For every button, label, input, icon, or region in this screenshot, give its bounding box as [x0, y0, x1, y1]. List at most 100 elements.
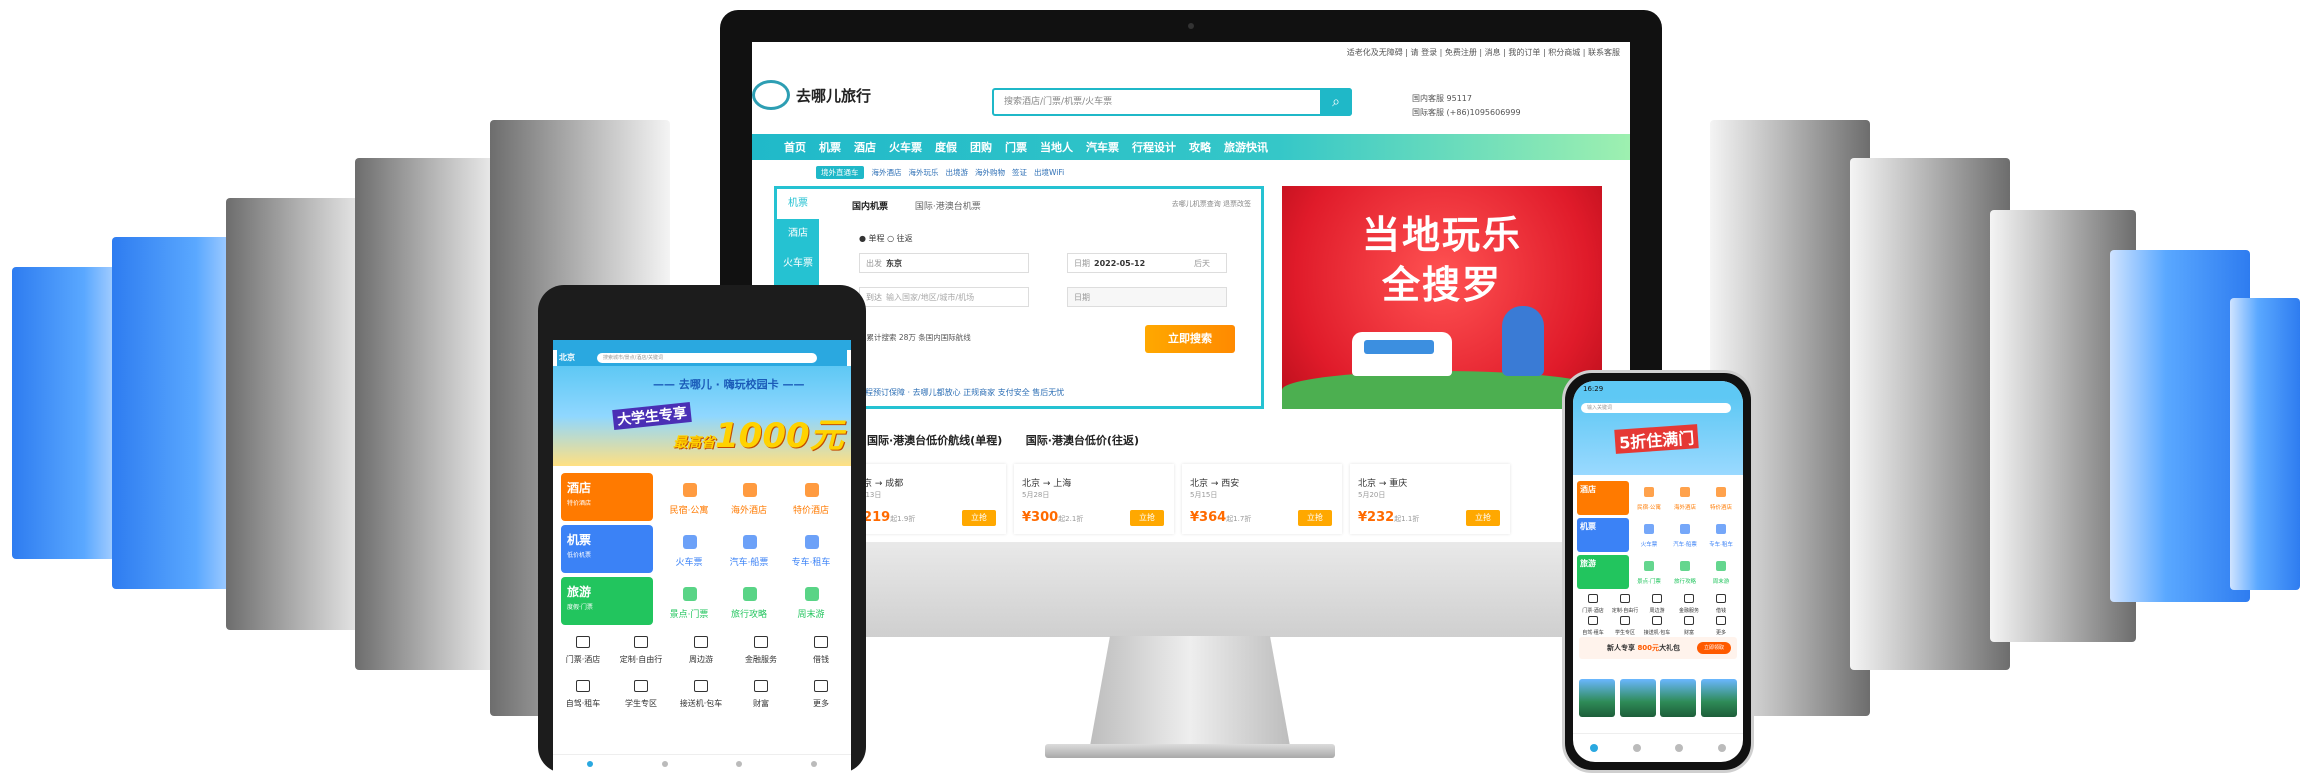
discover-tab-icon[interactable]: [1675, 744, 1684, 752]
routes-tab-oneway[interactable]: 国际·港澳台低价航线(单程): [867, 434, 1002, 447]
return-date-field[interactable]: 日期: [1067, 287, 1227, 307]
home-tab-icon[interactable]: [1590, 744, 1599, 752]
profile-tab-icon[interactable]: [1717, 744, 1726, 752]
category-flight[interactable]: 机票 低价机票: [561, 525, 653, 573]
site-logo[interactable]: 去哪儿旅行: [752, 78, 871, 112]
nav-item[interactable]: 团购: [970, 139, 992, 155]
tablet-small-item[interactable]: 借钱: [791, 632, 851, 668]
phone-category-flight[interactable]: 机票: [1577, 518, 1629, 552]
nav-item[interactable]: 汽车票: [1086, 139, 1119, 155]
phone-category-hotel[interactable]: 酒店: [1577, 481, 1629, 515]
phone-item[interactable]: 汽车·船票: [1667, 518, 1703, 552]
subnav-item[interactable]: 签证: [1012, 167, 1027, 178]
booking-links[interactable]: 去哪儿机票查询 退票改签: [1172, 199, 1251, 209]
route-card[interactable]: 北京 → 上海 5月28日 ¥300起2.1折 立抢: [1014, 464, 1174, 534]
nav-item[interactable]: 行程设计: [1132, 139, 1176, 155]
phone-small-item[interactable]: 接送机·包车: [1641, 613, 1673, 639]
photo-card[interactable]: [1579, 679, 1615, 717]
category-hotel[interactable]: 酒店 特价酒店: [561, 473, 653, 521]
nav-item[interactable]: 旅游快讯: [1224, 139, 1268, 155]
route-card[interactable]: 北京 → 西安 5月15日 ¥364起1.7折 立抢: [1182, 464, 1342, 534]
search-flights-button[interactable]: 立即搜索: [1145, 325, 1235, 353]
phone-banner[interactable]: 输入关键词 5折住满门: [1573, 397, 1743, 475]
subnav-tag[interactable]: 境外直通车: [816, 166, 864, 179]
tablet-item[interactable]: 特价酒店: [781, 473, 841, 521]
tablet-item[interactable]: 海外酒店: [719, 473, 779, 521]
promo-banner[interactable]: 当地玩乐 全搜罗: [1282, 186, 1602, 409]
phone-small-item[interactable]: 财富: [1673, 613, 1705, 639]
to-field[interactable]: 到达 输入国家/地区/城市/机场: [859, 287, 1029, 307]
tablet-small-item[interactable]: 更多: [791, 676, 851, 712]
main-search-input[interactable]: 搜索酒店/门票/机票/火车票: [992, 88, 1352, 116]
discover-tab-icon[interactable]: [736, 761, 743, 767]
phone-small-item[interactable]: 更多: [1705, 613, 1737, 639]
route-card[interactable]: 北京 → 重庆 5月20日 ¥232起1.1折 立抢: [1350, 464, 1510, 534]
date-field[interactable]: 日期 2022-05-12 后天: [1067, 253, 1227, 273]
tablet-item[interactable]: 民宿·公寓: [659, 473, 719, 521]
subnav-item[interactable]: 海外酒店: [872, 167, 902, 178]
booking-guarantee[interactable]: 全程预订保障 · 去哪儿都放心 正规商家 支付安全 售后无忧: [857, 387, 1064, 398]
photo-card[interactable]: [1619, 679, 1656, 717]
side-tab-hotel[interactable]: 酒店: [777, 219, 819, 249]
nav-item[interactable]: 当地人: [1040, 139, 1073, 155]
tablet-item[interactable]: 专车·租车: [781, 525, 841, 573]
side-tab-flight[interactable]: 机票: [777, 189, 819, 219]
phone-item[interactable]: 旅行攻略: [1667, 555, 1703, 589]
nav-item[interactable]: 攻略: [1189, 139, 1211, 155]
home-tab-icon[interactable]: [587, 761, 594, 767]
subnav-item[interactable]: 海外购物: [975, 167, 1005, 178]
phone-item[interactable]: 民宿·公寓: [1631, 481, 1667, 515]
orders-tab-icon[interactable]: [661, 761, 668, 767]
tablet-small-item[interactable]: 定制·自由行: [611, 632, 671, 668]
grab-button[interactable]: 立抢: [962, 510, 996, 526]
tablet-item[interactable]: 火车票: [659, 525, 719, 573]
profile-tab-icon[interactable]: [810, 761, 817, 767]
from-field[interactable]: 出发 东京: [859, 253, 1029, 273]
claim-button[interactable]: 立即领取: [1697, 642, 1731, 654]
tablet-item[interactable]: 旅行攻略: [719, 577, 779, 625]
phone-item[interactable]: 景点·门票: [1631, 555, 1667, 589]
tablet-item[interactable]: 景点·门票: [659, 577, 719, 625]
orders-tab-icon[interactable]: [1632, 744, 1641, 752]
nav-item[interactable]: 火车票: [889, 139, 922, 155]
tablet-banner[interactable]: —— 去哪儿 · 嗨玩校园卡 —— 大学生专享 最高省1000元: [553, 366, 851, 466]
trip-type-radio[interactable]: ● 单程 ○ 往返: [859, 233, 913, 244]
tablet-small-item[interactable]: 自驾·租车: [553, 676, 613, 712]
tablet-small-item[interactable]: 金融服务: [731, 632, 791, 668]
side-tab-train[interactable]: 火车票: [777, 249, 819, 279]
nav-item[interactable]: 首页: [784, 139, 806, 155]
tablet-item[interactable]: 汽车·船票: [719, 525, 779, 573]
tablet-small-item[interactable]: 门票·酒店: [553, 632, 613, 668]
subnav-item[interactable]: 海外玩乐: [909, 167, 939, 178]
phone-item[interactable]: 周末游: [1703, 555, 1739, 589]
phone-item[interactable]: 专车·租车: [1703, 518, 1739, 552]
search-button[interactable]: ⌕: [1320, 88, 1352, 116]
nav-item[interactable]: 门票: [1005, 139, 1027, 155]
nav-item[interactable]: 机票: [819, 139, 841, 155]
phone-small-item[interactable]: 自驾·租车: [1577, 613, 1609, 639]
phone-item[interactable]: 海外酒店: [1667, 481, 1703, 515]
tablet-small-item[interactable]: 学生专区: [611, 676, 671, 712]
subnav-item[interactable]: 出境WiFi: [1034, 167, 1064, 178]
city-selector[interactable]: 北京: [559, 352, 575, 363]
tablet-item[interactable]: 周末游: [781, 577, 841, 625]
grab-button[interactable]: 立抢: [1298, 510, 1332, 526]
grab-button[interactable]: 立抢: [1466, 510, 1500, 526]
tab-international[interactable]: 国际·港澳台机票: [915, 202, 981, 212]
tab-domestic[interactable]: 国内机票: [852, 202, 888, 212]
tablet-small-item[interactable]: 周边游: [671, 632, 731, 668]
tablet-search-input[interactable]: 搜索城市/景点/酒店/关键词: [597, 353, 817, 363]
route-card[interactable]: 北京 → 成都 5月13日 ¥219起1.9折 立抢: [846, 464, 1006, 534]
phone-item[interactable]: 特价酒店: [1703, 481, 1739, 515]
photo-card[interactable]: [1700, 679, 1737, 717]
category-travel[interactable]: 旅游 度假·门票: [561, 577, 653, 625]
grab-button[interactable]: 立抢: [1130, 510, 1164, 526]
phone-category-travel[interactable]: 旅游: [1577, 555, 1629, 589]
nav-item[interactable]: 度假: [935, 139, 957, 155]
subnav-item[interactable]: 出境游: [946, 167, 969, 178]
top-utility-bar[interactable]: 适老化及无障碍 | 请 登录 | 免费注册 | 消息 | 我的订单 | 积分商城…: [752, 42, 1630, 64]
photo-card[interactable]: [1660, 679, 1697, 717]
tablet-small-item[interactable]: 财富: [731, 676, 791, 712]
tablet-small-item[interactable]: 接送机·包车: [671, 676, 731, 712]
nav-item[interactable]: 酒店: [854, 139, 876, 155]
